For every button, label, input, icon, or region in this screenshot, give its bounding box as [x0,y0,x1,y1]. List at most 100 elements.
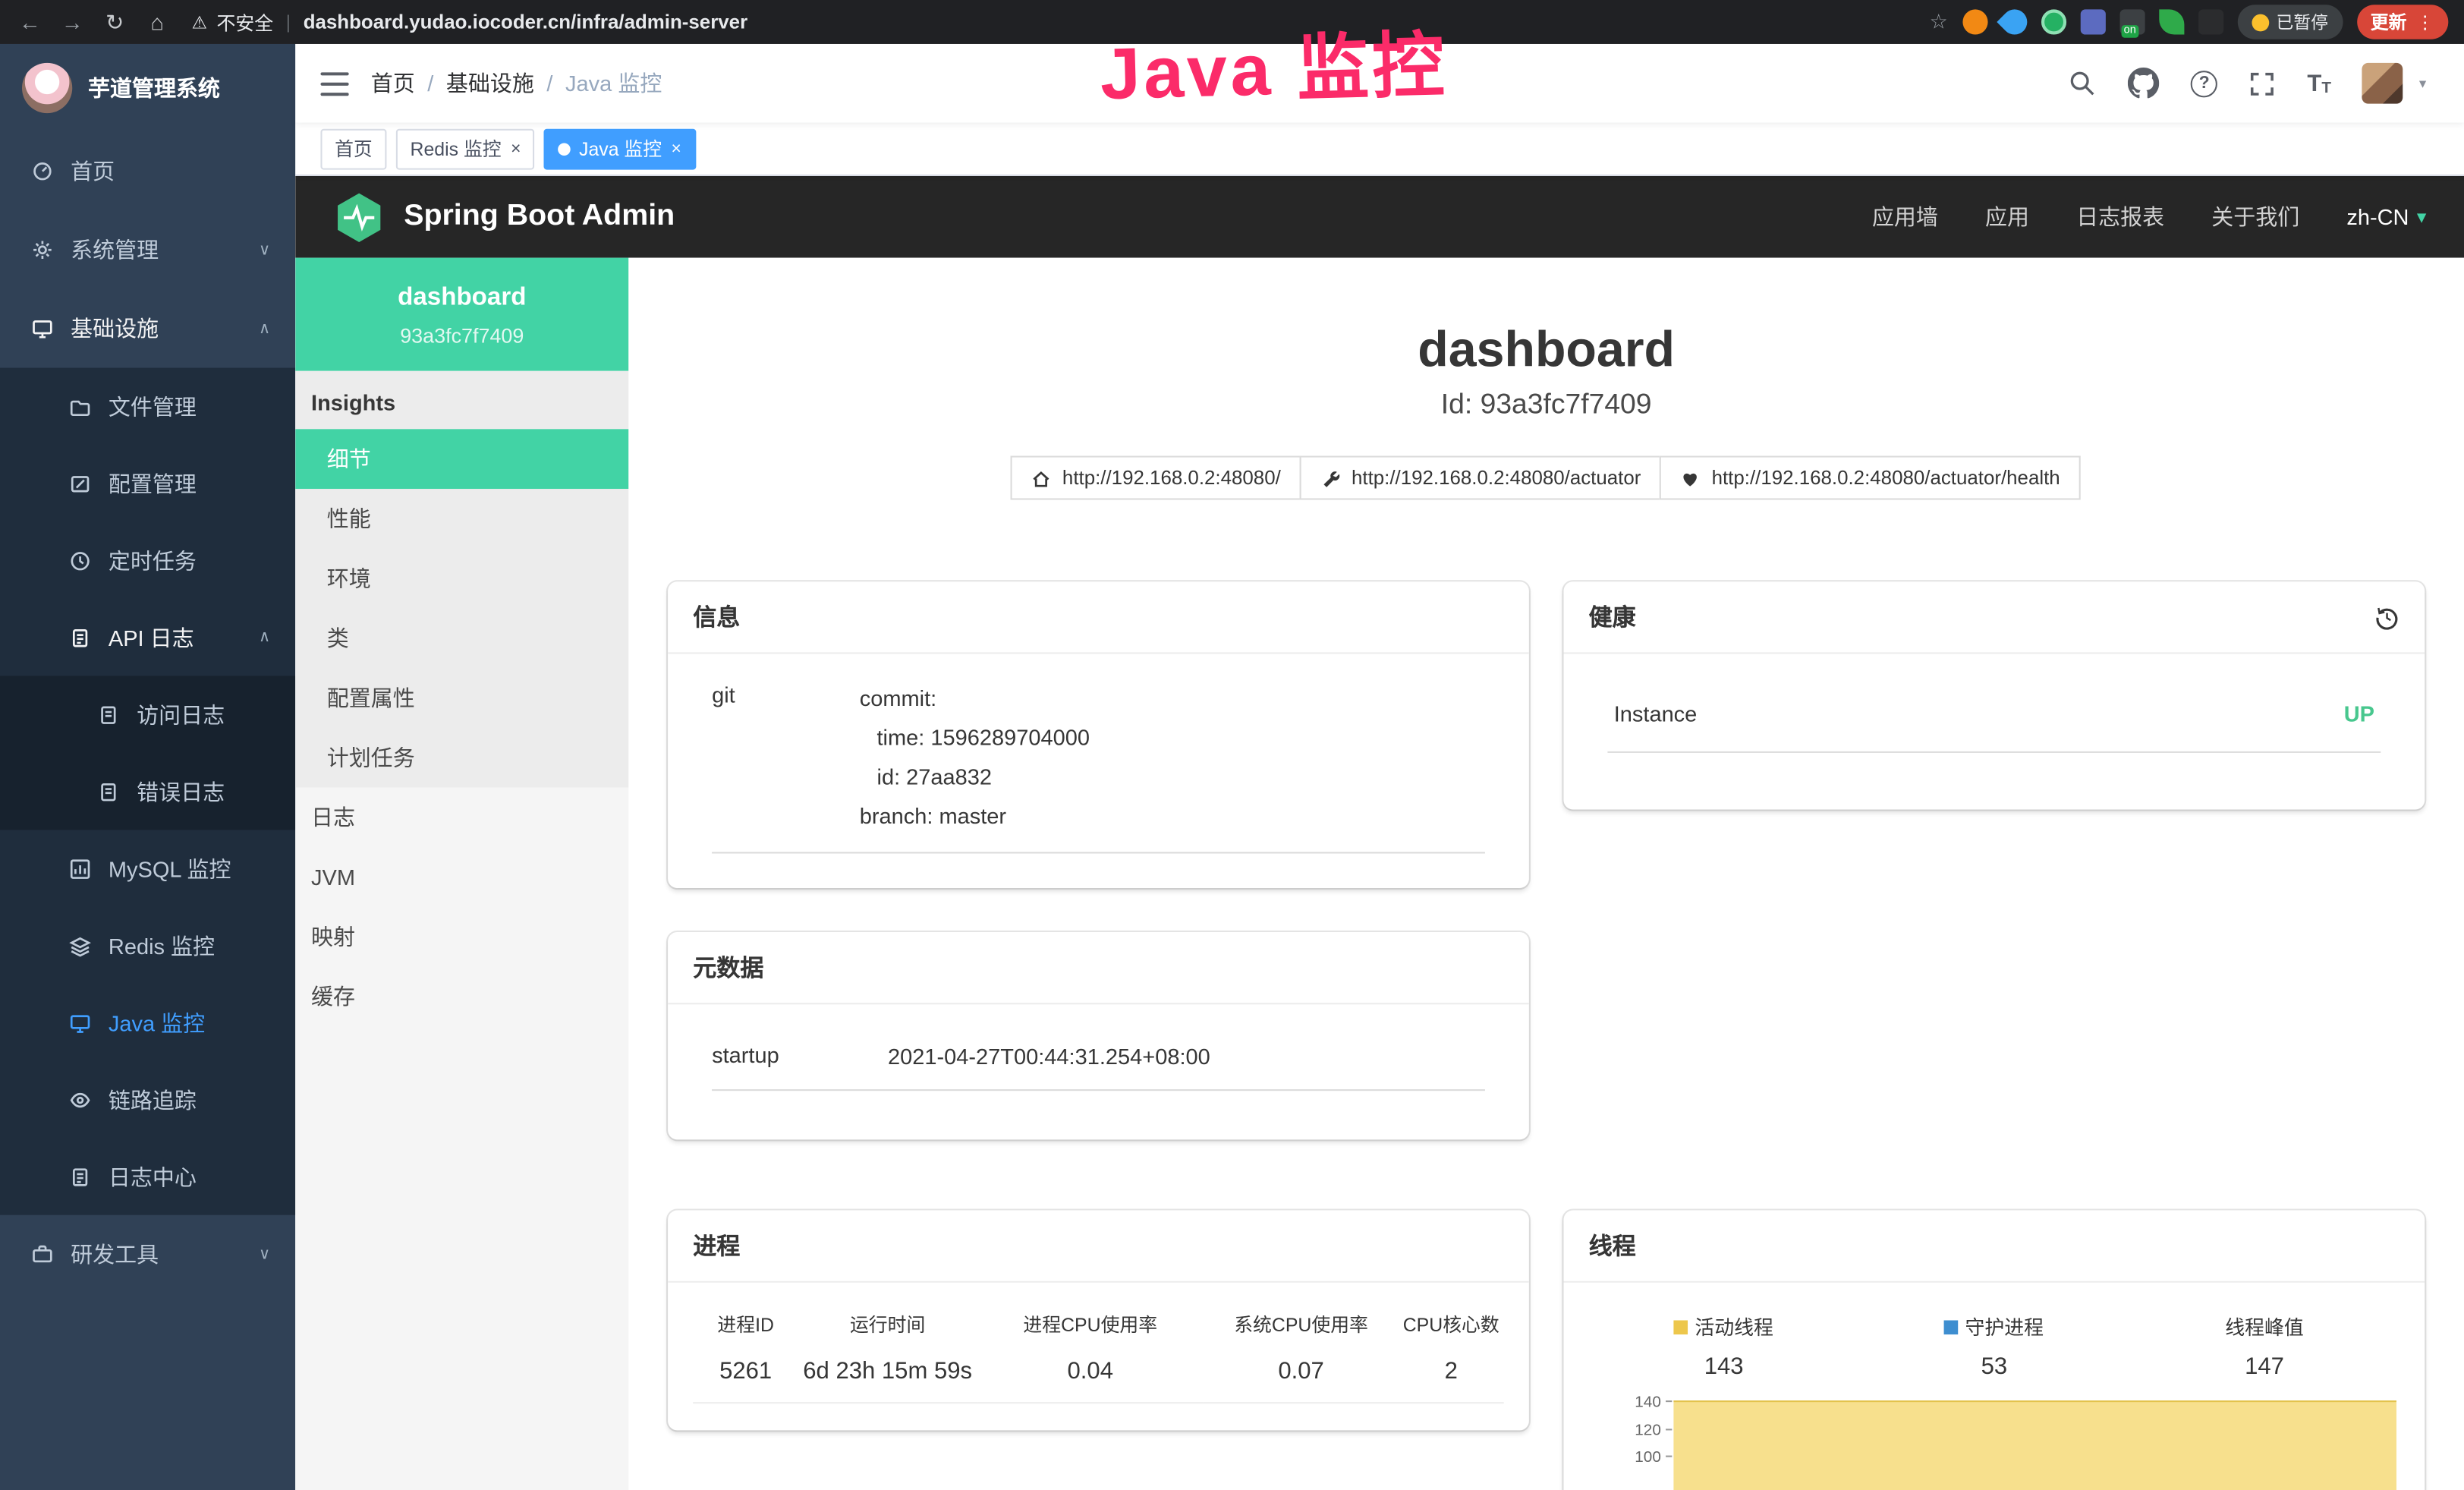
sba-content: dashboard Id: 93a3fc7f7409 http://192.16… [628,258,2464,1490]
heart-icon [1680,468,1701,488]
info-git-row: git commit: time: 1596289704000 id: 27aa… [712,679,1485,854]
sba-item-environment[interactable]: 环境 [295,549,628,609]
locale-selector[interactable]: zh-CN ▾ [2346,204,2426,229]
caret-down-icon[interactable]: ▾ [2419,74,2426,92]
instance-url-link[interactable]: http://192.168.0.2:48080/ [1011,456,1301,500]
sba-item-mappings[interactable]: 映射 [295,907,628,967]
extension-icon[interactable] [2080,9,2105,34]
y-axis-tick: 100 [1589,1451,1674,1478]
browser-menu-icon[interactable]: ⋮ [2416,11,2434,33]
sidebar-item-file[interactable]: 文件管理 [0,368,295,445]
sidebar-item-log-center[interactable]: 日志中心 [0,1138,295,1214]
breadcrumb-current: Java 监控 [565,68,662,99]
actuator-url-label: http://192.168.0.2:48080/actuator [1352,467,1641,489]
sba-item-jvm[interactable]: JVM [295,847,628,907]
process-column-header: 运行时间 [798,1305,977,1344]
tag-home[interactable]: 首页 [320,128,386,169]
bookmark-star-icon[interactable]: ☆ [1930,9,1948,34]
update-button-label: 更新 [2371,9,2407,34]
close-icon[interactable]: × [672,139,681,158]
sba-item-configprops[interactable]: 配置属性 [295,668,628,728]
sba-nav-journal[interactable]: 日志报表 [2076,201,2164,232]
dashboard-icon [31,160,53,182]
tag-java[interactable]: Java 监控 × [544,128,695,169]
actuator-url-link[interactable]: http://192.168.0.2:48080/actuator [1300,456,1662,500]
fullscreen-icon[interactable] [2249,70,2276,96]
sba-app-header[interactable]: dashboard 93a3fc7f7409 [295,258,628,371]
app-logo[interactable]: 芋道管理系统 [0,44,295,132]
wrench-icon [1320,468,1341,488]
browser-forward-button[interactable]: → [58,9,87,34]
sba-nav-wallboard[interactable]: 应用墙 [1872,201,1938,232]
breadcrumb-infra[interactable]: 基础设施 [446,68,534,99]
sidebar-item-mysql[interactable]: MySQL 监控 [0,830,295,906]
sidebar-item-label: 首页 [71,156,115,187]
sidebar-toggle-icon[interactable] [320,71,348,95]
user-avatar[interactable] [2362,63,2403,104]
sidebar-item-error-log[interactable]: 错误日志 [0,753,295,830]
sidebar-item-job[interactable]: 定时任务 [0,522,295,599]
sidebar-item-config[interactable]: 配置管理 [0,445,295,521]
health-url-link[interactable]: http://192.168.0.2:48080/actuator/health [1660,456,2080,500]
help-icon[interactable]: ? [2191,70,2217,96]
spring-boot-admin-logo [333,191,385,243]
sidebar-item-redis[interactable]: Redis 监控 [0,907,295,984]
address-bar[interactable]: ⚠ 不安全 | dashboard.yudao.iocoder.cn/infra… [192,8,748,35]
metadata-card: 元数据 startup 2021-04-27T00:44:31.254+08:0… [668,932,1529,1139]
sidebar-item-infra[interactable]: 基础设施 ∧ [0,289,295,368]
sidebar-item-trace[interactable]: 链路追踪 [0,1061,295,1138]
metadata-row: startup 2021-04-27T00:44:31.254+08:00 [712,1039,1485,1091]
threads-card-title: 线程 [1589,1229,1636,1262]
extension-icon[interactable] [2041,9,2066,34]
extension-icon[interactable]: on [2119,9,2144,34]
sba-item-logs[interactable]: 日志 [295,787,628,847]
sidebar-item-java[interactable]: Java 监控 [0,984,295,1060]
github-icon[interactable] [2128,68,2159,99]
browser-back-button[interactable]: ← [16,9,44,34]
paused-badge[interactable]: 已暂停 [2237,5,2343,39]
sidebar-item-label: MySQL 监控 [109,852,231,884]
security-label: 不安全 [217,8,274,35]
locale-label: zh-CN [2346,204,2409,229]
sidebar-item-api-log[interactable]: API 日志 ∧ [0,599,295,676]
font-size-icon[interactable]: TT [2307,70,2331,96]
caret-down-icon: ▾ [2417,206,2426,228]
sba-item-details[interactable]: 细节 [295,429,628,489]
sidebar-item-access-log[interactable]: 访问日志 [0,676,295,752]
app-title: 芋道管理系统 [88,72,220,103]
close-icon[interactable]: × [511,139,521,158]
extension-icon[interactable] [2198,9,2223,34]
process-value: 2 [1399,1344,1504,1403]
sba-nav-applications[interactable]: 应用 [1985,201,2029,232]
sba-item-scheduledtasks[interactable]: 计划任务 [295,728,628,788]
extension-icon[interactable] [2158,9,2183,34]
sidebar-item-home[interactable]: 首页 [0,132,295,211]
tag-redis[interactable]: Redis 监控× [396,128,535,169]
threads-legend: 活动线程 守护进程 线程峰值 [1589,1311,2400,1340]
sba-item-metrics[interactable]: 性能 [295,489,628,549]
sba-item-caches[interactable]: 缓存 [295,967,628,1027]
history-icon[interactable] [2374,604,2399,629]
sidebar-item-system[interactable]: 系统管理 ∨ [0,210,295,289]
update-button[interactable]: 更新 ⋮ [2356,5,2448,39]
sba-nav-about[interactable]: 关于我们 [2211,201,2299,232]
extension-icon[interactable] [1996,5,2031,40]
browser-reload-button[interactable]: ↻ [101,8,129,35]
document-icon [97,780,119,802]
health-card-title: 健康 [1589,600,1636,633]
sidebar-item-dev-tools[interactable]: 研发工具 ∨ [0,1215,295,1294]
warning-icon: ⚠ [192,12,207,33]
monitor-icon [31,317,53,339]
document-icon [97,704,119,726]
extension-on-badge: on [2121,25,2139,38]
browser-home-button[interactable]: ⌂ [143,9,171,34]
tag-label: Java 监控 [579,135,662,162]
search-icon[interactable] [2069,69,2097,97]
process-value: 5261 [693,1344,798,1403]
metadata-value: 2021-04-27T00:44:31.254+08:00 [888,1039,1485,1074]
sba-item-classes[interactable]: 类 [295,608,628,668]
info-value-line: time: 1596289704000 [860,718,1485,758]
extension-icon[interactable] [1962,9,1987,34]
breadcrumb-home[interactable]: 首页 [371,68,415,99]
info-card-title: 信息 [693,600,740,633]
